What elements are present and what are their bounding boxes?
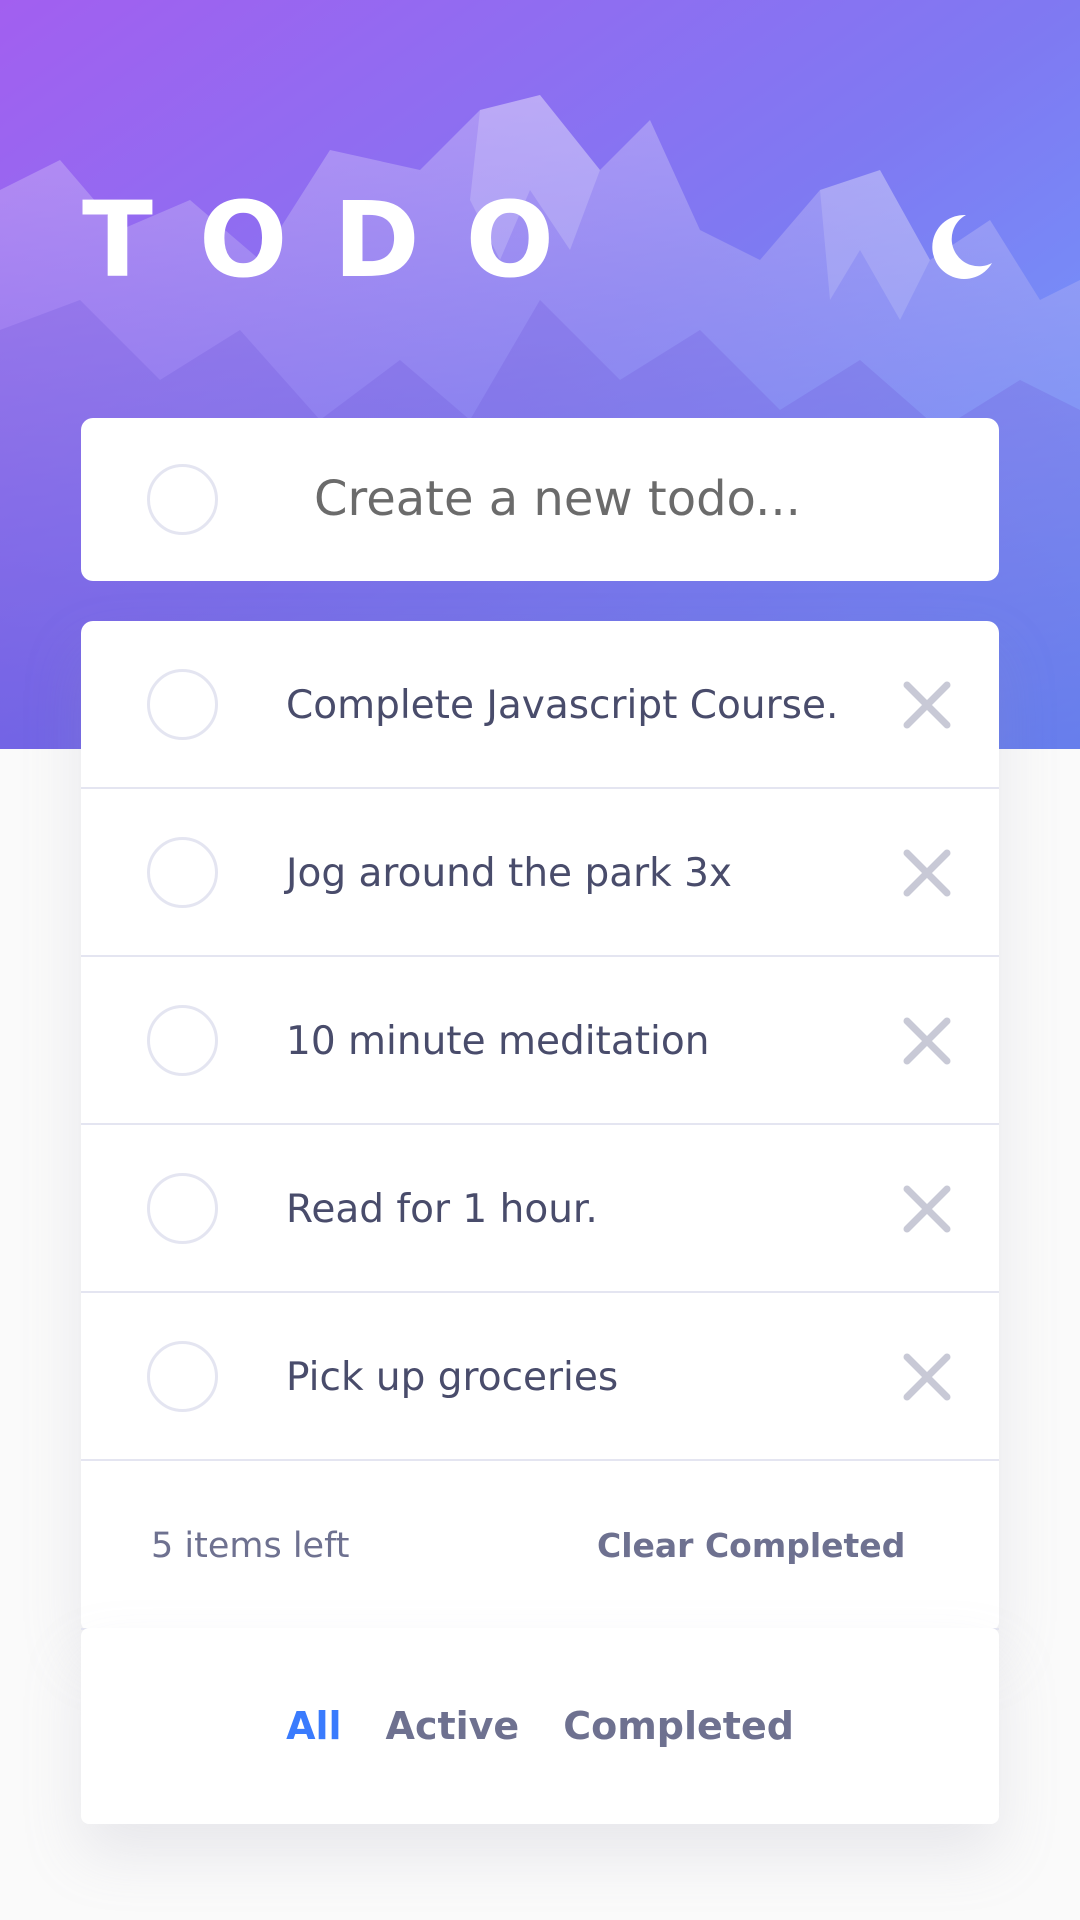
- list-footer: 5 items left Clear Completed: [81, 1461, 999, 1630]
- moon-icon: [932, 214, 992, 279]
- items-left-count: 5 items left: [151, 1525, 350, 1566]
- delete-todo-button[interactable]: [899, 1013, 955, 1069]
- todo-item: Jog around the park 3x: [81, 789, 999, 957]
- todo-item: 10 minute meditation: [81, 957, 999, 1125]
- todo-checkbox[interactable]: [147, 1005, 218, 1076]
- delete-todo-button[interactable]: [899, 845, 955, 901]
- filter-completed-button[interactable]: Completed: [563, 1704, 794, 1748]
- todo-item: Read for 1 hour.: [81, 1125, 999, 1293]
- filter-bar: All Active Completed: [81, 1628, 999, 1824]
- app-title: TODO: [82, 179, 601, 301]
- todo-text: Pick up groceries: [286, 1354, 619, 1400]
- todo-checkbox[interactable]: [147, 1341, 218, 1412]
- clear-completed-button[interactable]: Clear Completed: [597, 1461, 905, 1630]
- close-icon: [903, 1017, 951, 1065]
- todo-list: Complete Javascript Course. Jog around t…: [81, 621, 999, 1630]
- todo-checkbox[interactable]: [147, 669, 218, 740]
- close-icon: [903, 1185, 951, 1233]
- delete-todo-button[interactable]: [899, 677, 955, 733]
- todo-text: Jog around the park 3x: [286, 850, 733, 896]
- new-todo-checkbox[interactable]: [147, 464, 218, 535]
- todo-item: Complete Javascript Course.: [81, 621, 999, 789]
- delete-todo-button[interactable]: [899, 1181, 955, 1237]
- todo-checkbox[interactable]: [147, 837, 218, 908]
- close-icon: [903, 1353, 951, 1401]
- filter-active-button[interactable]: Active: [386, 1704, 520, 1748]
- todo-text: Read for 1 hour.: [286, 1186, 598, 1232]
- todo-item: Pick up groceries: [81, 1293, 999, 1461]
- theme-toggle-button[interactable]: [926, 211, 996, 281]
- new-todo-card: [81, 418, 999, 581]
- close-icon: [903, 681, 951, 729]
- new-todo-input[interactable]: [314, 454, 954, 544]
- todo-app: TODO Complete Javascript Course. Jog aro…: [0, 0, 1080, 1920]
- delete-todo-button[interactable]: [899, 1349, 955, 1405]
- filter-all-button[interactable]: All: [286, 1704, 341, 1748]
- todo-text: Complete Javascript Course.: [286, 682, 839, 728]
- close-icon: [903, 849, 951, 897]
- todo-checkbox[interactable]: [147, 1173, 218, 1244]
- todo-text: 10 minute meditation: [286, 1018, 710, 1064]
